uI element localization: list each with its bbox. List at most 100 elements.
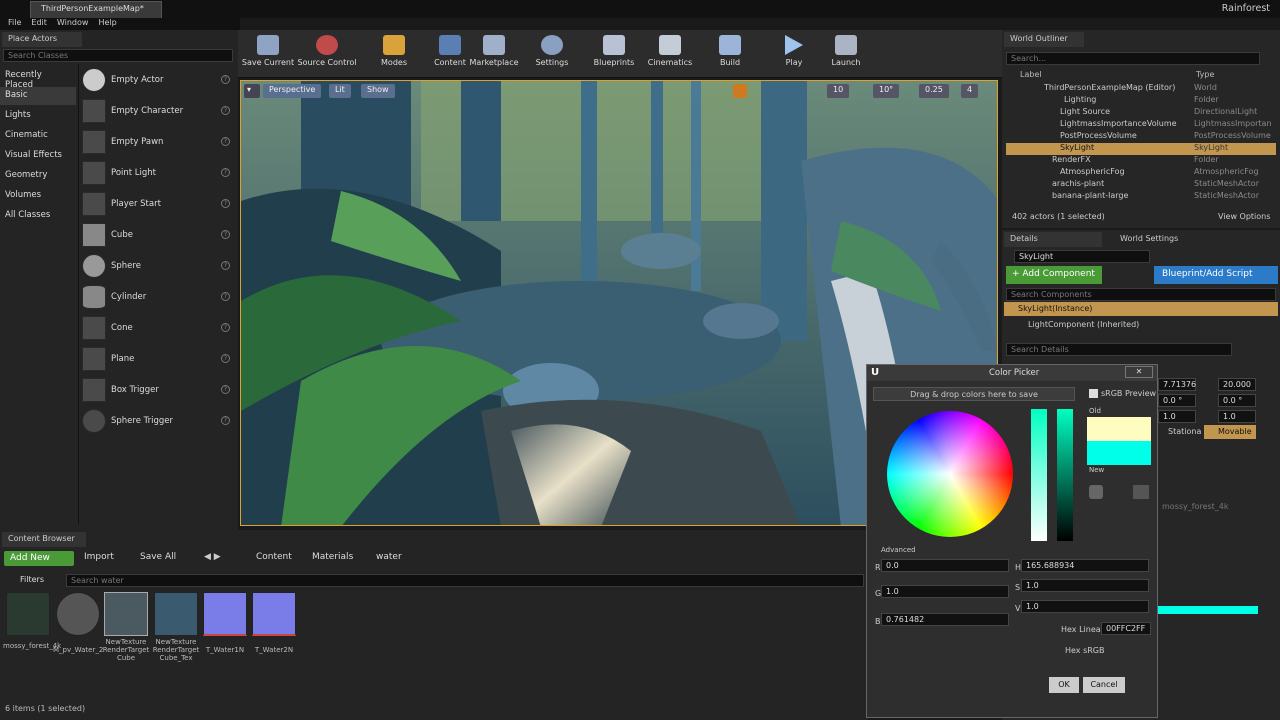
ok-button[interactable]: OK (1049, 677, 1079, 693)
actor-cone[interactable]: Cone? (80, 315, 234, 345)
component-inherited-row[interactable]: LightComponent (Inherited) (1028, 320, 1139, 329)
hue-field[interactable]: 165.688934 (1021, 559, 1149, 572)
perspective-button[interactable]: Perspective (263, 84, 322, 98)
category-geometry[interactable]: Geometry (0, 167, 76, 185)
mobility-movable[interactable]: Movable (1204, 425, 1256, 439)
search-assets-input[interactable]: Search water (66, 574, 864, 587)
asset-thumbnail[interactable] (104, 592, 148, 636)
actor-cylinder[interactable]: Cylinder? (80, 284, 234, 314)
category-cinematic[interactable]: Cinematic (0, 127, 76, 145)
actor-empty-actor[interactable]: Empty Actor? (80, 67, 234, 97)
world-settings-tab[interactable]: World Settings (1120, 234, 1178, 243)
outliner-row[interactable]: Lighting Folder (1006, 95, 1276, 107)
content-browser-tab[interactable]: Content Browser (2, 532, 86, 547)
camera-speed-value[interactable]: 4 (961, 84, 979, 98)
field-value[interactable]: 1.0 (1218, 410, 1256, 423)
category-lights[interactable]: Lights (0, 107, 76, 125)
play-button[interactable]: Play (766, 33, 822, 75)
mobility-stationary[interactable]: Stationa (1168, 427, 1201, 436)
cancel-button[interactable]: Cancel (1083, 677, 1125, 693)
outliner-row[interactable]: arachis-plant StaticMeshActor (1006, 179, 1276, 191)
saturation-field[interactable]: 1.0 (1021, 579, 1149, 592)
column-type[interactable]: Type (1196, 70, 1214, 79)
outliner-row[interactable]: PostProcessVolume PostProcessVolume (1006, 131, 1276, 143)
breadcrumb-content[interactable]: Content (256, 552, 292, 562)
grid-snap-value[interactable]: 10 (827, 84, 850, 98)
saved-colors-dropzone[interactable]: Drag & drop colors here to save (873, 387, 1075, 401)
field-value[interactable]: 7.71376 (1158, 378, 1196, 391)
viewport-menu-button[interactable]: ▾ (244, 84, 260, 98)
blueprint-add-script-button[interactable]: Blueprint/Add Script (1154, 266, 1278, 284)
asset-thumbnail[interactable] (6, 592, 50, 636)
history-arrows-icon[interactable]: ◀ ▶ (204, 552, 221, 562)
outliner-search-input[interactable]: Search... (1006, 52, 1260, 65)
source-control-button[interactable]: Source Control (296, 33, 358, 75)
help-icon[interactable]: ? (221, 354, 230, 363)
help-icon[interactable]: ? (221, 385, 230, 394)
launch-button[interactable]: Launch (818, 33, 874, 75)
actor-sphere-trigger[interactable]: Sphere Trigger? (80, 408, 234, 438)
advanced-toggle[interactable]: Advanced (881, 546, 916, 554)
color-wheel[interactable] (887, 411, 1013, 537)
filters-button[interactable]: Filters (20, 575, 44, 584)
breadcrumb-materials[interactable]: Materials (312, 552, 353, 562)
field-value[interactable]: 1.0 (1158, 410, 1196, 423)
light-color-swatch[interactable] (1158, 606, 1258, 614)
place-actors-tab[interactable]: Place Actors (2, 32, 82, 47)
red-field[interactable]: 0.0 (881, 559, 1009, 572)
menu-help[interactable]: Help (98, 18, 116, 30)
help-icon[interactable]: ? (221, 261, 230, 270)
help-icon[interactable]: ? (221, 230, 230, 239)
outliner-row[interactable]: AtmosphericFog AtmosphericFog (1006, 167, 1276, 179)
category-visual-effects[interactable]: Visual Effects (0, 147, 76, 165)
angle-snap-value[interactable]: 10° (873, 84, 900, 98)
search-details-input[interactable]: Search Details (1006, 343, 1232, 356)
import-button[interactable]: Import (84, 552, 114, 562)
actor-box-trigger[interactable]: Box Trigger? (80, 377, 234, 407)
transform-icon[interactable] (733, 84, 747, 98)
category-all-classes[interactable]: All Classes (0, 207, 76, 225)
field-value[interactable]: 0.0 ° (1218, 394, 1256, 407)
help-icon[interactable]: ? (221, 106, 230, 115)
outliner-row[interactable]: LightmassImportanceVolume LightmassImport… (1006, 119, 1276, 131)
modes-button[interactable]: Modes (366, 33, 422, 75)
menu-file[interactable]: File (8, 18, 21, 30)
save-current-button[interactable]: Save Current (240, 33, 296, 75)
help-icon[interactable]: ? (221, 199, 230, 208)
search-components-input[interactable]: Search Components (1006, 288, 1276, 301)
outliner-row-selected[interactable]: SkyLight SkyLight (1006, 143, 1276, 155)
actor-player-start[interactable]: Player Start? (80, 191, 234, 221)
breadcrumb-water[interactable]: water (376, 552, 402, 562)
add-new-button[interactable]: Add New (4, 551, 74, 566)
actor-sphere[interactable]: Sphere? (80, 253, 234, 283)
view-options-button[interactable]: View Options (1218, 212, 1270, 221)
world-outliner-tab[interactable]: World Outliner (1004, 32, 1084, 47)
asset-thumbnail[interactable] (252, 592, 296, 636)
help-icon[interactable]: ? (221, 416, 230, 425)
asset-thumbnail[interactable] (154, 592, 198, 636)
asset-thumbnail[interactable] (203, 592, 247, 636)
category-basic[interactable]: Basic (0, 87, 76, 105)
search-classes-input[interactable]: Search Classes (3, 49, 233, 62)
help-icon[interactable]: ? (221, 168, 230, 177)
actor-empty-pawn[interactable]: Empty Pawn? (80, 129, 234, 159)
settings-button[interactable]: Settings (524, 33, 580, 75)
actor-plane[interactable]: Plane? (80, 346, 234, 376)
level-tab[interactable]: ThirdPersonExampleMap* (30, 1, 162, 18)
help-icon[interactable]: ? (221, 323, 230, 332)
actor-cube[interactable]: Cube? (80, 222, 234, 252)
scale-snap-value[interactable]: 0.25 (919, 84, 949, 98)
actor-point-light[interactable]: Point Light? (80, 160, 234, 190)
column-label[interactable]: Label (1020, 70, 1042, 79)
details-tab[interactable]: Details (1004, 232, 1102, 247)
asset-thumbnail[interactable] (56, 592, 100, 636)
marketplace-button[interactable]: Marketplace (466, 33, 522, 75)
close-icon[interactable]: ✕ (1125, 366, 1153, 378)
field-value[interactable]: 0.0 ° (1158, 394, 1196, 407)
menu-window[interactable]: Window (57, 18, 89, 30)
lit-button[interactable]: Lit (329, 84, 351, 98)
saturation-slider[interactable] (1031, 409, 1047, 541)
blueprints-button[interactable]: Blueprints (586, 33, 642, 75)
help-icon[interactable]: ? (221, 75, 230, 84)
blue-field[interactable]: 0.761482 (881, 613, 1009, 626)
